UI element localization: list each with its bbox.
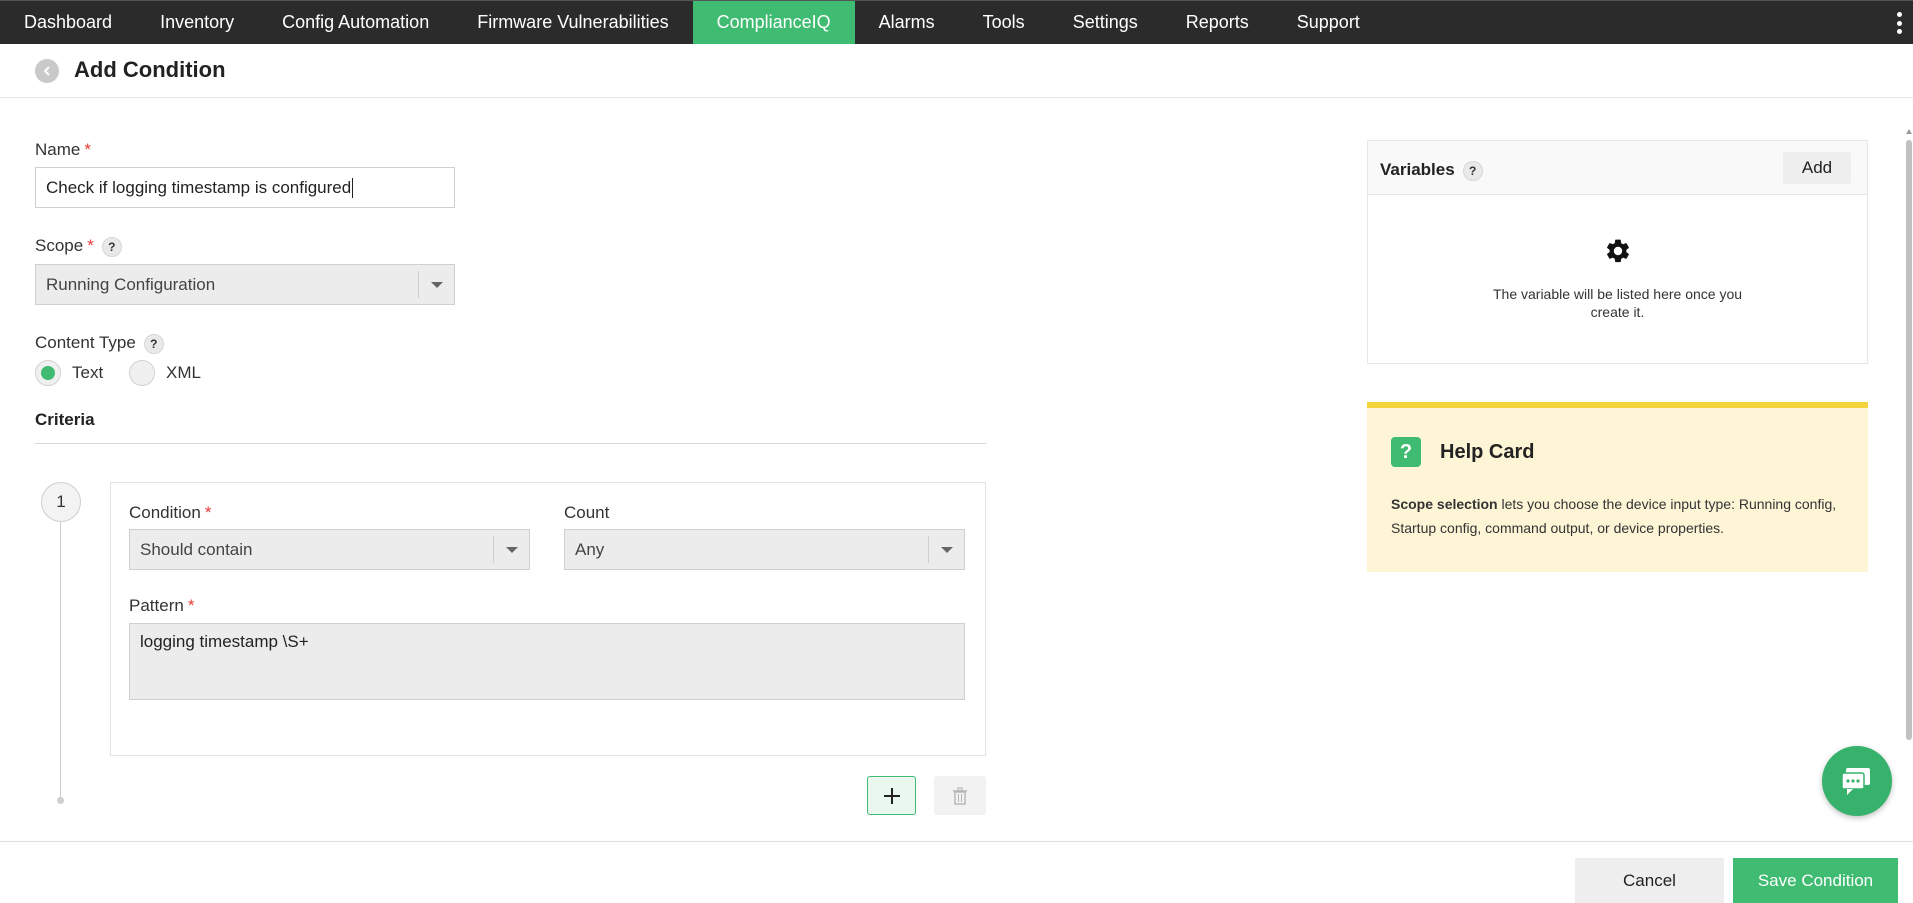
cancel-button[interactable]: Cancel xyxy=(1575,858,1724,903)
condition-card xyxy=(110,482,986,756)
required-mark: * xyxy=(87,236,94,255)
variables-help-icon[interactable]: ? xyxy=(1462,160,1483,181)
help-card-text: Scope selection lets you choose the devi… xyxy=(1391,492,1841,540)
save-condition-button[interactable]: Save Condition xyxy=(1733,858,1898,903)
name-label-text: Name xyxy=(35,140,81,159)
scrollbar-thumb[interactable] xyxy=(1906,140,1912,740)
nav-reports[interactable]: Reports xyxy=(1162,1,1273,44)
scope-select[interactable]: Running Configuration xyxy=(35,264,455,305)
delete-criteria-button[interactable] xyxy=(934,776,986,815)
count-label: Count xyxy=(564,503,610,522)
pattern-label: Pattern * xyxy=(129,596,194,616)
step-number: 1 xyxy=(41,482,81,522)
top-nav: Dashboard Inventory Config Automation Fi… xyxy=(0,0,1913,44)
variables-title-text: Variables xyxy=(1380,160,1455,179)
condition-select-value: Should contain xyxy=(140,539,253,559)
content-type-label: Content Type? xyxy=(35,333,164,354)
radio-xml-label[interactable]: XML xyxy=(166,363,201,383)
variables-empty-line2: create it. xyxy=(1590,304,1645,320)
nav-inventory[interactable]: Inventory xyxy=(136,1,258,44)
step-end xyxy=(57,797,64,804)
add-criteria-button[interactable] xyxy=(867,776,916,815)
back-button[interactable] xyxy=(35,59,59,83)
criteria-heading: Criteria xyxy=(35,410,95,429)
add-variable-button[interactable]: Add xyxy=(1783,152,1851,184)
pattern-label-text: Pattern xyxy=(129,596,184,615)
plus-icon xyxy=(883,787,900,804)
scope-help-icon[interactable]: ? xyxy=(101,236,122,257)
pattern-textarea[interactable]: logging timestamp \S+ xyxy=(129,623,965,700)
help-card: ? Help Card Scope selection lets you cho… xyxy=(1367,402,1868,572)
name-label: Name * xyxy=(35,140,91,160)
condition-label-text: Condition xyxy=(129,503,201,522)
gear-icon xyxy=(1607,239,1629,263)
criteria-divider xyxy=(35,443,986,444)
radio-xml[interactable] xyxy=(129,360,155,386)
content-type-label-text: Content Type xyxy=(35,333,136,352)
variables-header: Variables? Add xyxy=(1368,141,1867,195)
nav-dashboard[interactable]: Dashboard xyxy=(0,1,136,44)
more-vertical-icon[interactable] xyxy=(1891,9,1907,37)
chevron-down-icon xyxy=(493,536,529,563)
nav-complianceiq[interactable]: ComplianceIQ xyxy=(692,1,855,44)
scope-label-text: Scope xyxy=(35,236,84,255)
condition-select[interactable]: Should contain xyxy=(129,529,530,570)
page-title: Add Condition xyxy=(74,57,226,82)
scope-label: Scope *? xyxy=(35,236,122,257)
required-mark: * xyxy=(187,596,195,615)
step-line xyxy=(60,522,61,800)
scope-select-value: Running Configuration xyxy=(46,274,216,294)
chat-icon xyxy=(1841,768,1870,795)
scroll-up-arrow-icon[interactable] xyxy=(1905,128,1913,136)
nav-tools[interactable]: Tools xyxy=(959,1,1049,44)
chevron-down-icon xyxy=(418,271,454,298)
nav-support[interactable]: Support xyxy=(1273,1,1384,44)
name-input-value: Check if logging timestamp is configured xyxy=(46,177,352,197)
variables-empty-message: The variable will be listed here once yo… xyxy=(1368,285,1867,321)
radio-text-label[interactable]: Text xyxy=(72,363,103,383)
trash-icon xyxy=(953,786,967,805)
condition-label: Condition * xyxy=(129,503,211,523)
nav-alarms[interactable]: Alarms xyxy=(855,1,959,44)
help-card-title: Help Card xyxy=(1440,441,1535,463)
nav-config-automation[interactable]: Config Automation xyxy=(258,1,453,44)
page-header: Add Condition xyxy=(0,44,1913,98)
nav-firmware-vulnerabilities[interactable]: Firmware Vulnerabilities xyxy=(453,1,692,44)
chevron-left-icon xyxy=(43,66,50,76)
required-mark: * xyxy=(84,140,91,159)
required-mark: * xyxy=(204,503,212,522)
content-type-help-icon[interactable]: ? xyxy=(143,333,164,354)
count-select[interactable]: Any xyxy=(564,529,965,570)
count-select-value: Any xyxy=(575,539,605,559)
variables-title: Variables? xyxy=(1380,160,1483,181)
help-icon: ? xyxy=(1391,437,1421,467)
radio-text[interactable] xyxy=(35,360,61,386)
variables-empty-line1: The variable will be listed here once yo… xyxy=(1492,286,1743,302)
help-card-bold: Scope selection xyxy=(1391,496,1498,512)
text-cursor xyxy=(352,177,354,198)
chevron-down-icon xyxy=(928,536,964,563)
nav-settings[interactable]: Settings xyxy=(1049,1,1162,44)
name-input[interactable]: Check if logging timestamp is configured xyxy=(35,167,455,208)
variables-panel: Variables? Add The variable will be list… xyxy=(1367,140,1868,364)
chat-button[interactable] xyxy=(1822,746,1892,816)
